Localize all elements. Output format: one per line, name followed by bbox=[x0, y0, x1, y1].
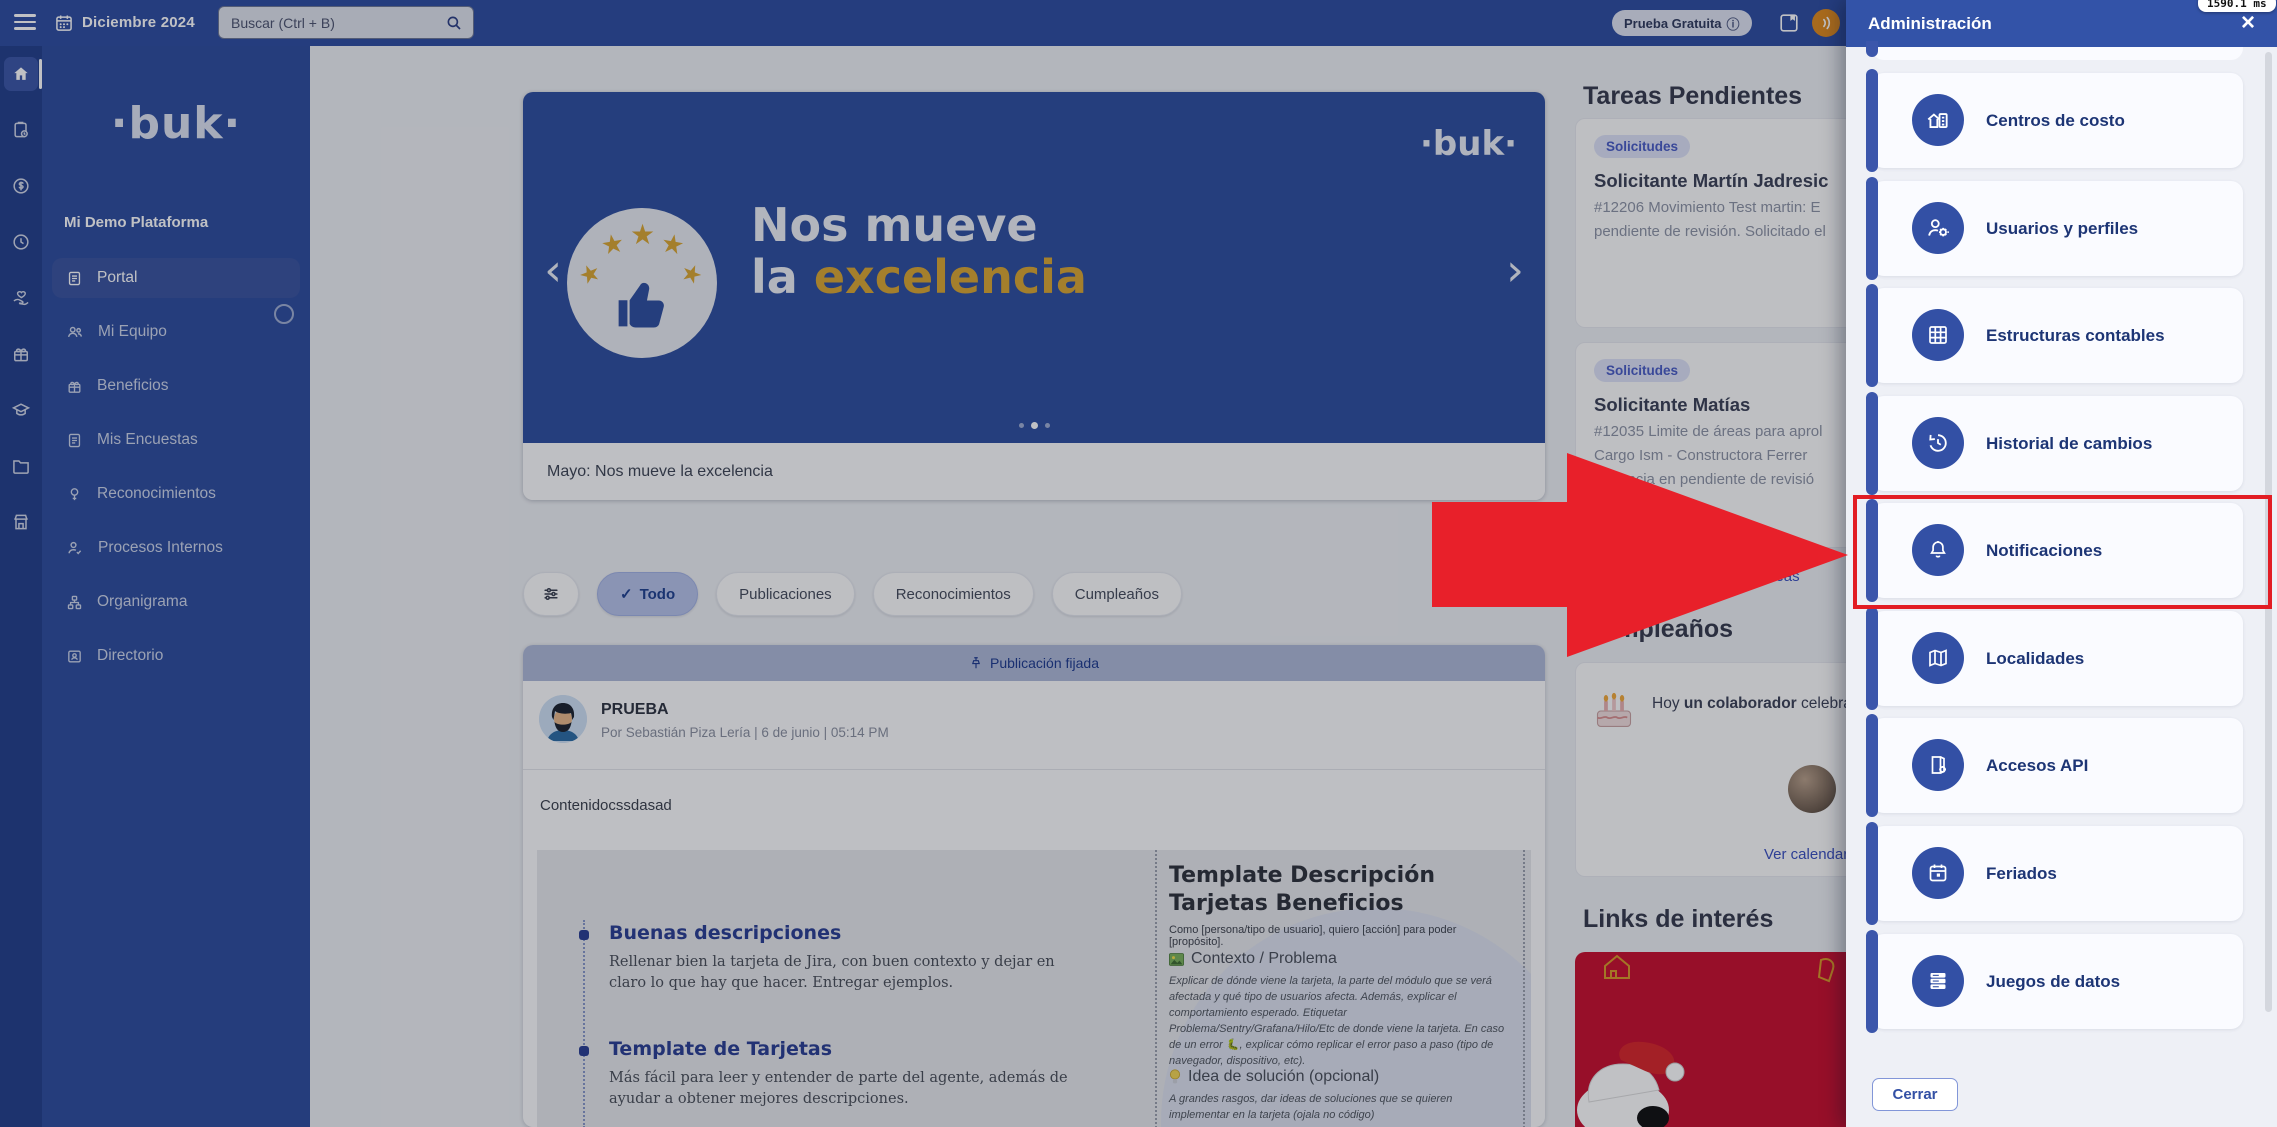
drawer-item-localidades[interactable]: Localidades bbox=[1872, 611, 2243, 706]
history-icon bbox=[1912, 417, 1964, 469]
data-stack-icon bbox=[1912, 955, 1964, 1007]
buk-app: Diciembre 2024 Prueba Gratuita ⓘ 1590. bbox=[0, 0, 2277, 1127]
drawer-item-historial-de-cambios[interactable]: Historial de cambios bbox=[1872, 396, 2243, 491]
scrolled-card-fragment bbox=[1872, 47, 2243, 60]
cerrar-button[interactable]: Cerrar bbox=[1872, 1078, 1958, 1111]
calendar-check-icon bbox=[1912, 847, 1964, 899]
drawer-item-feriados[interactable]: Feriados bbox=[1872, 826, 2243, 921]
user-gear-icon bbox=[1912, 202, 1964, 254]
drawer-item-accesos-api[interactable]: Accesos API bbox=[1872, 718, 2243, 813]
admin-drawer: Administración × Centros de costo Usuari… bbox=[1846, 0, 2277, 1127]
drawer-item-usuarios-y-perfiles[interactable]: Usuarios y perfiles bbox=[1872, 181, 2243, 276]
drawer-item-notificaciones[interactable]: Notificaciones bbox=[1872, 503, 2243, 598]
bell-icon bbox=[1912, 524, 1964, 576]
building-icon bbox=[1912, 94, 1964, 146]
door-gear-icon bbox=[1912, 739, 1964, 791]
drawer-item-estructuras-contables[interactable]: Estructuras contables bbox=[1872, 288, 2243, 383]
drawer-scrollbar[interactable] bbox=[2265, 52, 2272, 1012]
drawer-title: Administración bbox=[1868, 14, 1992, 34]
map-icon bbox=[1912, 632, 1964, 684]
drawer-item-juegos-de-datos[interactable]: Juegos de datos bbox=[1872, 934, 2243, 1029]
drawer-item-centros-de-costo[interactable]: Centros de costo bbox=[1872, 73, 2243, 168]
performance-badge: 1590.1 ms bbox=[2198, 0, 2276, 12]
modal-backdrop[interactable] bbox=[0, 0, 1846, 1127]
grid-icon bbox=[1912, 309, 1964, 361]
close-icon[interactable]: × bbox=[2233, 8, 2263, 38]
